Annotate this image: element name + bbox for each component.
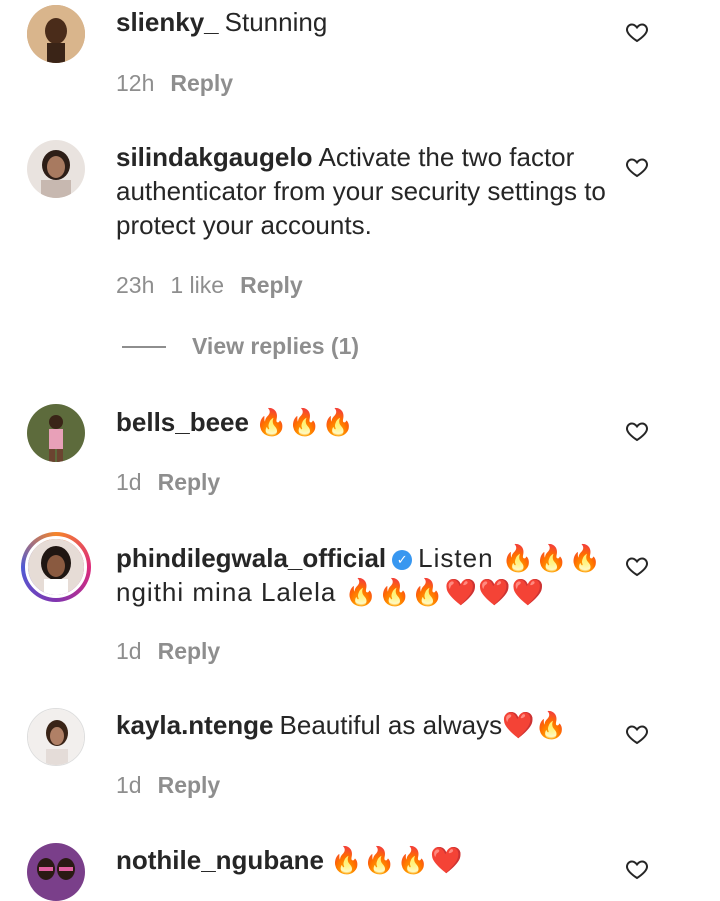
heart-outline-icon[interactable]	[625, 20, 649, 44]
heart-outline-icon[interactable]	[625, 554, 649, 578]
avatar[interactable]	[27, 5, 85, 63]
reply-button[interactable]: Reply	[158, 469, 221, 495]
comment-time: 23h	[116, 272, 155, 298]
heart-outline-icon[interactable]	[625, 155, 649, 179]
comment-time: 1d	[116, 638, 142, 664]
comment-text: Stunning	[224, 7, 328, 37]
reply-button[interactable]: Reply	[170, 70, 233, 96]
avatar[interactable]	[27, 404, 85, 462]
avatar[interactable]	[27, 140, 85, 198]
replies-divider-line	[122, 345, 166, 348]
comment-text: 🔥🔥🔥	[254, 407, 356, 437]
avatar-image	[27, 5, 85, 63]
username[interactable]: phindilegwala_official	[116, 543, 386, 573]
username[interactable]: silindakgaugelo	[116, 142, 313, 172]
username[interactable]: bells_beee	[116, 407, 249, 437]
username[interactable]: kayla.ntenge	[116, 710, 274, 740]
avatar-image	[28, 539, 84, 595]
avatar[interactable]	[27, 843, 85, 901]
heart-outline-icon[interactable]	[625, 419, 649, 443]
like-count[interactable]: 1 like	[170, 272, 224, 298]
verified-badge-icon: ✓	[392, 550, 413, 570]
view-replies-button[interactable]: View replies (1)	[122, 333, 359, 363]
username[interactable]: nothile_ngubane	[116, 845, 324, 875]
comment-time: 1d	[116, 772, 142, 798]
comment-time: 1d	[116, 469, 142, 495]
reply-button[interactable]: Reply	[240, 272, 303, 298]
story-avatar[interactable]	[21, 532, 91, 602]
heart-outline-icon[interactable]	[625, 722, 649, 746]
reply-button[interactable]: Reply	[158, 638, 221, 664]
view-replies-label[interactable]: View replies (1)	[192, 333, 359, 359]
avatar	[25, 536, 87, 598]
heart-outline-icon[interactable]	[625, 857, 649, 881]
avatar-image	[28, 709, 84, 765]
username[interactable]: slienky_	[116, 7, 219, 37]
avatar-image	[27, 843, 85, 901]
avatar[interactable]	[27, 708, 85, 766]
reply-button[interactable]: Reply	[158, 772, 221, 798]
avatar-image	[27, 140, 85, 198]
comment-time: 12h	[116, 70, 155, 96]
comment-text: Beautiful as always❤️🔥	[279, 710, 567, 740]
avatar-image	[27, 404, 85, 462]
comment-text: 🔥🔥🔥❤️	[330, 845, 464, 875]
